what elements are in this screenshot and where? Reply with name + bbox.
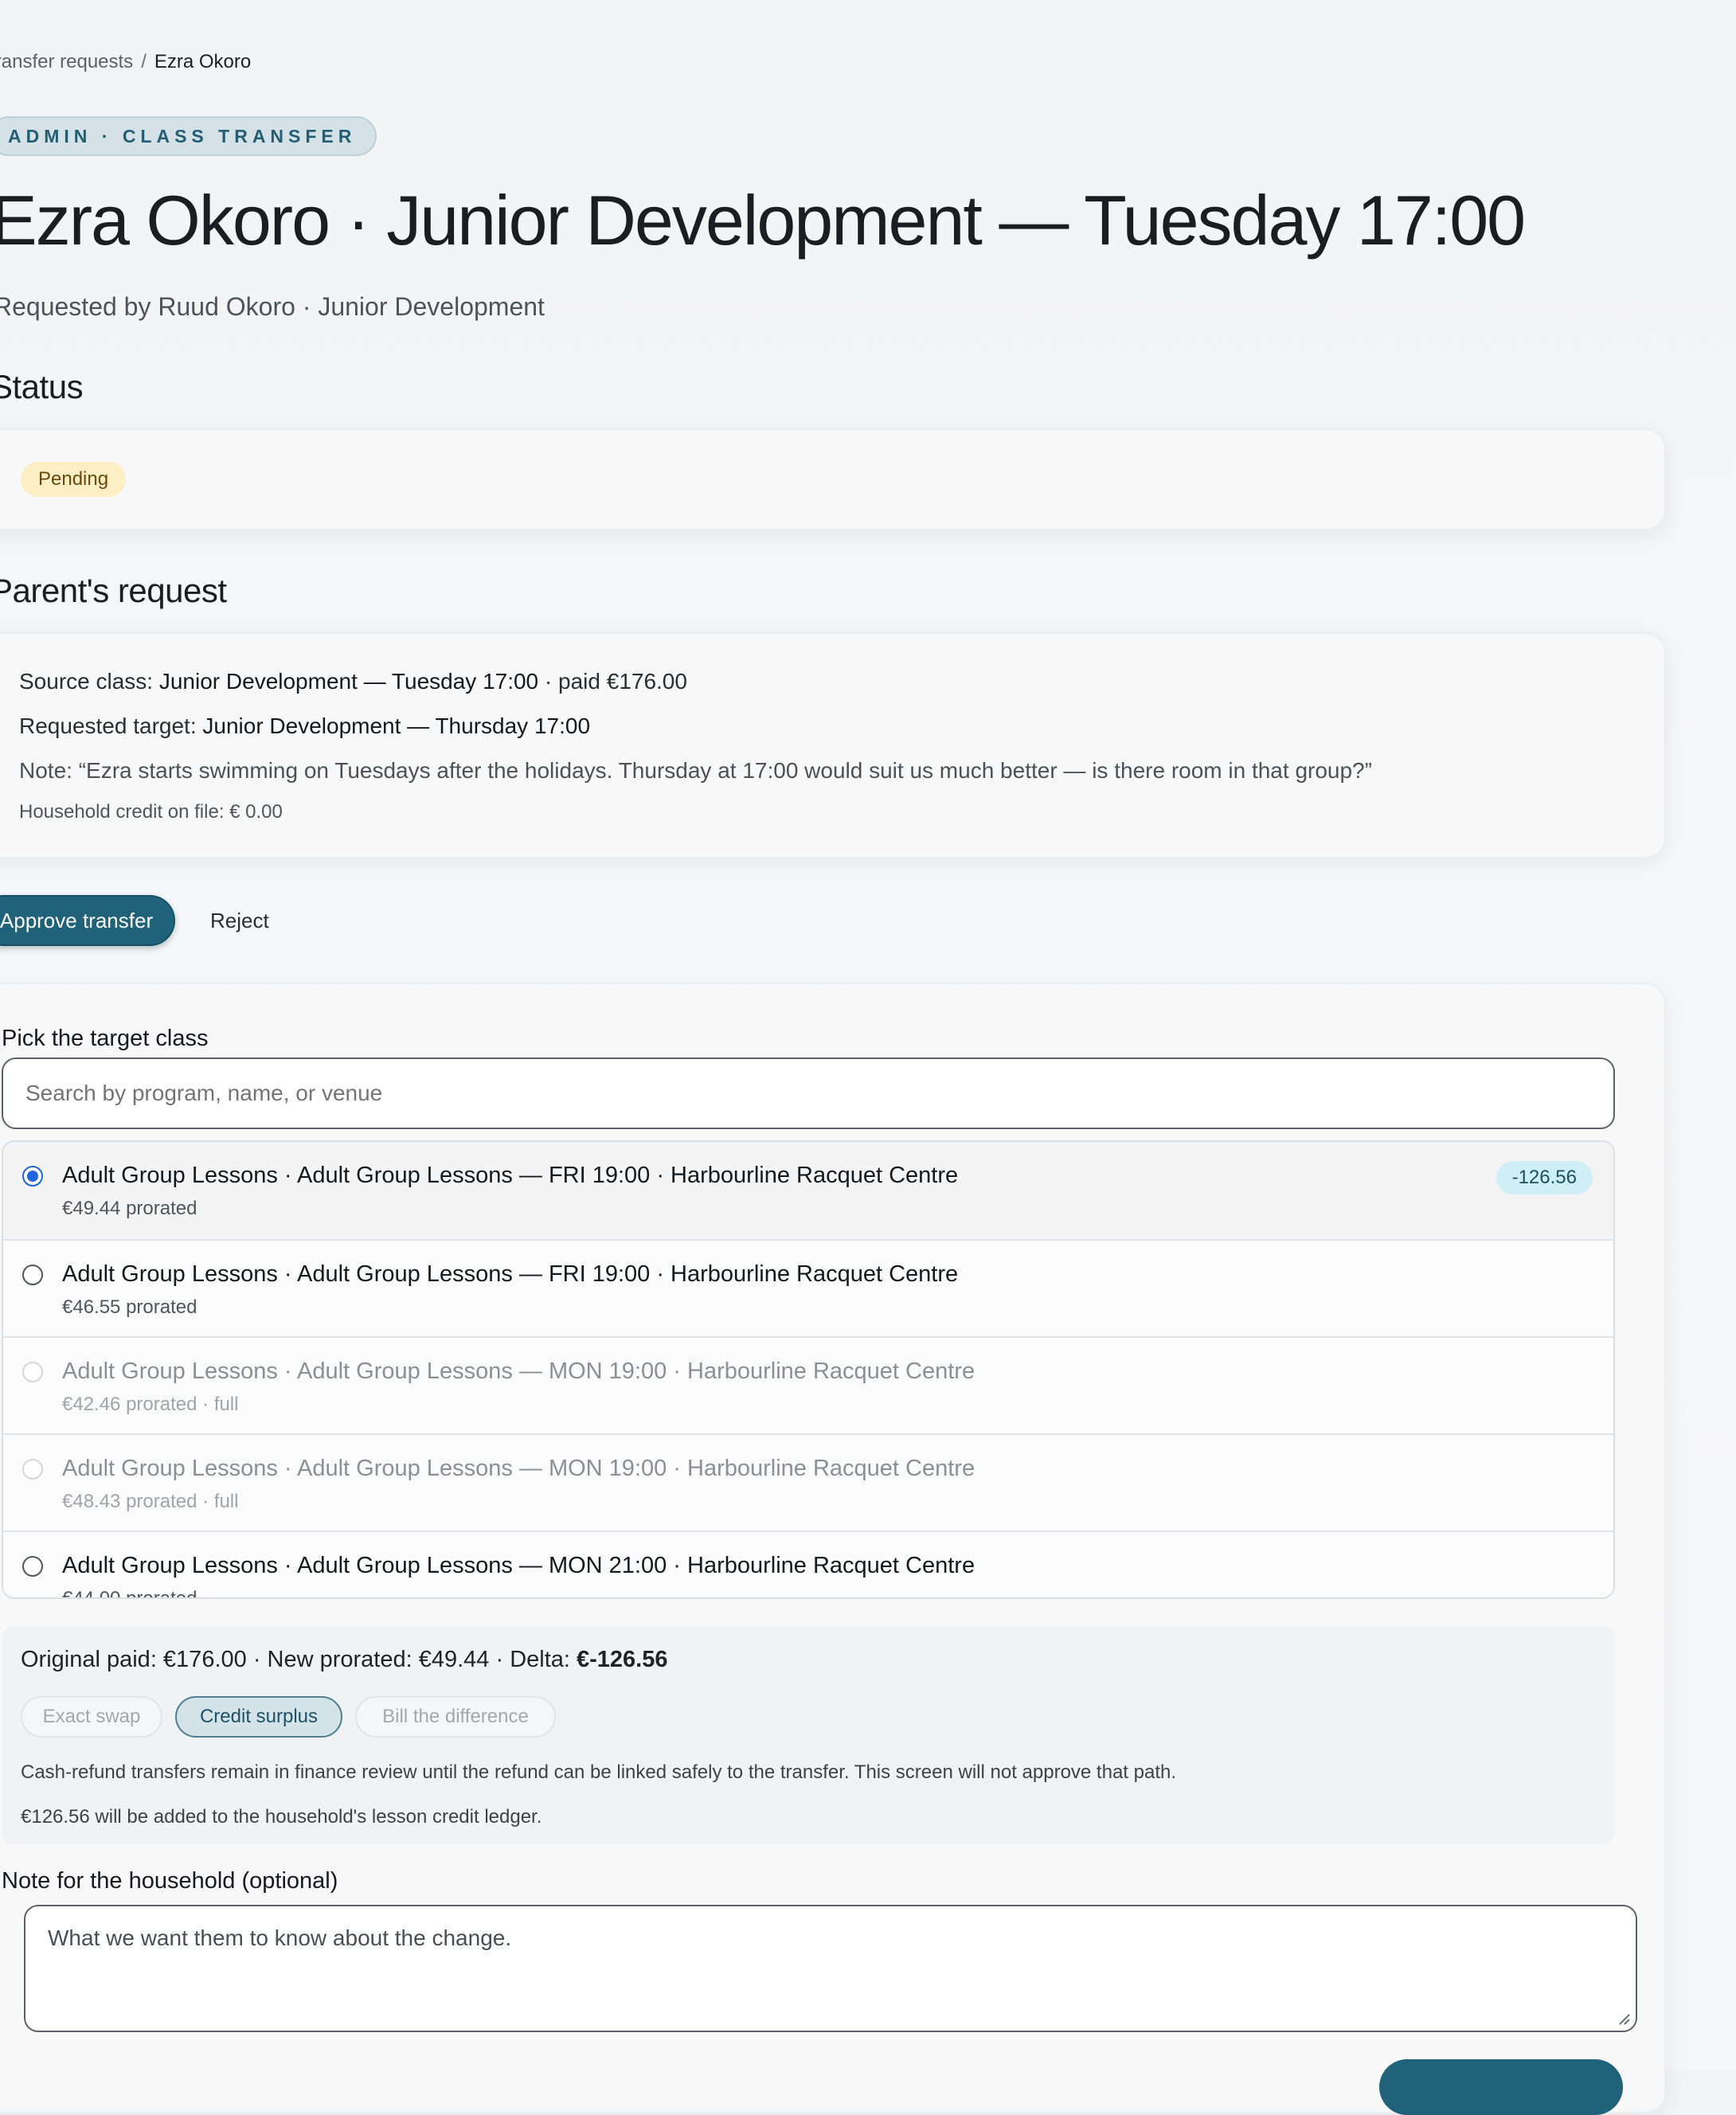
breadcrumb-parent-link[interactable]: Transfer requests bbox=[0, 51, 133, 72]
parent-request-heading: Parent's request bbox=[0, 572, 227, 609]
class-option-row[interactable]: Adult Group Lessons · Adult Group Lesson… bbox=[3, 1239, 1613, 1336]
class-option-radio bbox=[22, 1459, 43, 1480]
class-option-delta-badge: -126.56 bbox=[1496, 1161, 1593, 1194]
class-option-radio[interactable] bbox=[22, 1265, 43, 1285]
class-option-price: €44.00 prorated bbox=[62, 1588, 197, 1599]
option-credit-surplus[interactable]: Credit surplus bbox=[175, 1696, 342, 1738]
class-option-radio bbox=[22, 1362, 43, 1382]
class-option-price: €49.44 prorated bbox=[62, 1198, 197, 1219]
option-bill-difference[interactable]: Bill the difference bbox=[355, 1696, 556, 1738]
transfer-calculation-panel: Original paid: €176.00 · New prorated: €… bbox=[2, 1626, 1615, 1844]
household-note-textarea[interactable] bbox=[24, 1905, 1637, 2032]
breadcrumb: Transfer requests / Ezra Okoro bbox=[0, 51, 251, 73]
resize-grip-icon[interactable] bbox=[1615, 2010, 1631, 2026]
class-option-radio[interactable] bbox=[22, 1556, 43, 1577]
credit-ledger-notice: €126.56 will be added to the household's… bbox=[21, 1806, 542, 1828]
breadcrumb-separator: / bbox=[141, 51, 147, 72]
household-credit-text: Household credit on file: € 0.00 bbox=[19, 801, 283, 823]
class-option-row[interactable]: Adult Group Lessons · Adult Group Lesson… bbox=[3, 1142, 1613, 1239]
price-summary: Original paid: €176.00 · New prorated: €… bbox=[21, 1647, 668, 1673]
option-exact-swap[interactable]: Exact swap bbox=[21, 1696, 162, 1738]
requested-target-label: Requested target: bbox=[19, 713, 203, 738]
section-eyebrow-badge: ADMIN · CLASS TRANSFER bbox=[0, 116, 377, 156]
class-option-row: Adult Group Lessons · Adult Group Lesson… bbox=[3, 1336, 1613, 1433]
source-class-paid: · paid €176.00 bbox=[538, 669, 687, 694]
class-option-name: Adult Group Lessons · Adult Group Lesson… bbox=[62, 1359, 976, 1384]
price-delta-value: €-126.56 bbox=[577, 1647, 668, 1672]
status-badge: Pending bbox=[21, 462, 127, 497]
requested-target-value: Junior Development — Thursday 17:00 bbox=[202, 713, 591, 738]
class-option-name: Adult Group Lessons · Adult Group Lesson… bbox=[62, 1163, 959, 1188]
household-note-label: Note for the household (optional) bbox=[2, 1868, 338, 1894]
target-class-list[interactable]: Adult Group Lessons · Adult Group Lesson… bbox=[2, 1140, 1615, 1599]
class-option-name: Adult Group Lessons · Adult Group Lesson… bbox=[62, 1261, 959, 1287]
submit-button[interactable] bbox=[1379, 2059, 1623, 2115]
source-class-label: Source class: bbox=[19, 669, 159, 694]
requested-target-line: Requested target: Junior Development — T… bbox=[19, 713, 590, 739]
approve-transfer-button[interactable]: Approve transfer bbox=[0, 895, 175, 946]
source-class-value: Junior Development — Tuesday 17:00 bbox=[158, 669, 539, 694]
class-option-radio[interactable] bbox=[22, 1166, 43, 1187]
refund-review-notice: Cash-refund transfers remain in finance … bbox=[21, 1761, 1177, 1783]
reject-button[interactable]: Reject bbox=[202, 895, 277, 946]
source-class-line: Source class: Junior Development — Tuesd… bbox=[19, 669, 687, 694]
status-heading: Status bbox=[0, 368, 84, 405]
class-option-row[interactable]: Adult Group Lessons · Adult Group Lesson… bbox=[3, 1531, 1613, 1599]
page-subtitle: Requested by Ruud Okoro · Junior Develop… bbox=[0, 292, 545, 321]
parent-note: Note: “Ezra starts swimming on Tuesdays … bbox=[19, 758, 1372, 783]
class-option-name: Adult Group Lessons · Adult Group Lesson… bbox=[62, 1553, 976, 1578]
price-summary-text: Original paid: €176.00 · New prorated: €… bbox=[21, 1647, 577, 1672]
breadcrumb-current: Ezra Okoro bbox=[154, 51, 252, 72]
status-card: Pending bbox=[0, 428, 1666, 530]
target-class-search-input[interactable] bbox=[2, 1058, 1615, 1129]
target-class-label: Pick the target class bbox=[2, 1026, 209, 1051]
page-title: Ezra Okoro · Junior Development — Tuesda… bbox=[0, 181, 1526, 260]
class-option-row: Adult Group Lessons · Adult Group Lesson… bbox=[3, 1433, 1613, 1531]
class-option-price: €42.46 prorated · full bbox=[62, 1394, 239, 1415]
parent-request-card: Source class: Junior Development — Tuesd… bbox=[0, 632, 1666, 858]
class-option-name: Adult Group Lessons · Adult Group Lesson… bbox=[62, 1456, 976, 1481]
class-option-price: €46.55 prorated bbox=[62, 1296, 197, 1318]
class-option-price: €48.43 prorated · full bbox=[62, 1491, 239, 1512]
